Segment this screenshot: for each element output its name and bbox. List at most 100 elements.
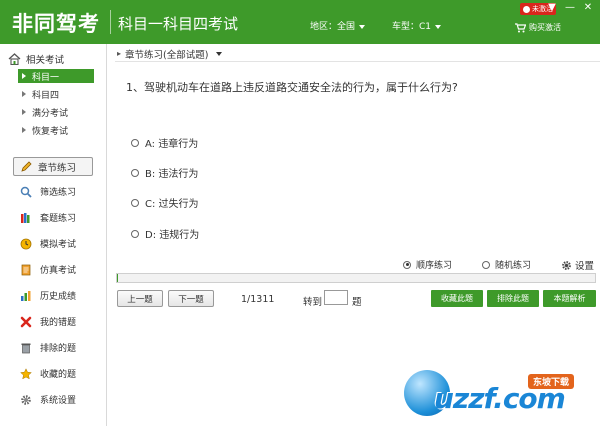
- site-watermark: uzzf.com 东坡下载: [400, 368, 600, 426]
- trash-icon: [21, 343, 31, 353]
- buy-label: 购买激活: [529, 23, 561, 32]
- tree-item-label: 科目四: [32, 90, 60, 101]
- related-exams-label: 相关考试: [26, 55, 65, 66]
- chevron-down-icon: [216, 51, 223, 56]
- option-label: B: 违法行为: [145, 169, 199, 180]
- header-divider: [110, 10, 111, 34]
- nav-label: 筛选练习: [40, 188, 77, 198]
- tree-item-label: 满分考试: [32, 108, 69, 119]
- red-x-icon: [20, 316, 32, 327]
- window-menu-button[interactable]: ▼: [546, 2, 558, 13]
- nav-label: 排除的题: [40, 344, 77, 354]
- star-icon: [20, 367, 32, 379]
- radio-icon: [131, 168, 139, 177]
- nav-label: 仿真考试: [40, 266, 77, 276]
- magnifier-icon: [20, 186, 32, 198]
- nav-label: 历史成绩: [40, 292, 77, 302]
- settings-button[interactable]: 设置: [561, 258, 594, 272]
- nav-favorite-questions[interactable]: 收藏的题: [20, 367, 76, 380]
- chevron-down-icon: [435, 24, 442, 29]
- nav-history-scores[interactable]: 历史成绩: [20, 289, 76, 302]
- close-button[interactable]: ✕: [582, 2, 594, 13]
- radio-icon: [131, 138, 139, 147]
- tree-item-subject-four[interactable]: 科目四: [18, 87, 94, 101]
- nav-label: 系统设置: [40, 396, 77, 406]
- region-label: 地区：全国: [310, 22, 356, 32]
- mode-sequential[interactable]: 顺序练习: [403, 258, 452, 271]
- goto-input[interactable]: [324, 290, 348, 305]
- prev-question-button[interactable]: 上一题: [117, 290, 163, 307]
- clock-icon: [20, 238, 32, 249]
- radio-icon: [131, 229, 139, 238]
- question-counter: 1/1311: [241, 294, 275, 305]
- tree-item-full-score[interactable]: 满分考试: [18, 105, 94, 119]
- radio-checked-icon: [403, 260, 411, 269]
- option-a[interactable]: A: 违章行为: [131, 135, 198, 150]
- question-text: 1、驾驶机动车在道路上违反道路交通安全法的行为，属于什么行为?: [126, 81, 458, 94]
- radio-icon: [482, 260, 490, 269]
- gear-icon: [21, 394, 31, 405]
- notepad-icon: [21, 264, 31, 275]
- tree-item-label: 科目一: [32, 72, 60, 83]
- nav-label: 我的错题: [40, 318, 77, 328]
- mode-random[interactable]: 随机练习: [482, 258, 531, 271]
- nav-label: 收藏的题: [40, 370, 77, 380]
- books-icon: [21, 212, 30, 223]
- chapter-practice-button[interactable]: 章节练习: [13, 157, 93, 176]
- nav-system-settings[interactable]: 系统设置: [20, 393, 76, 406]
- caret-right-icon: [22, 73, 26, 79]
- page-subtitle: 科目一科目四考试: [118, 15, 239, 33]
- tree-item-subject-one[interactable]: 科目一: [18, 69, 94, 83]
- chapter-practice-label: 章节练习: [38, 162, 77, 174]
- option-c[interactable]: C: 过失行为: [131, 195, 199, 210]
- sidebar: 相关考试 科目一 科目四 满分考试 恢复考试 章节练习 筛选练习 套题练习 模拟…: [0, 44, 107, 426]
- cart-icon: [515, 22, 526, 32]
- breadcrumb[interactable]: ▸ 章节练习(全部试题): [115, 46, 600, 62]
- nav-simulation-exam[interactable]: 仿真考试: [20, 263, 76, 276]
- chevron-down-icon: [359, 24, 366, 29]
- goto-unit: 题: [352, 297, 362, 308]
- explain-question-button[interactable]: 本题解析: [543, 290, 596, 307]
- mode-label: 顺序练习: [416, 261, 453, 271]
- mode-label: 随机练习: [495, 261, 532, 271]
- chevron-right-icon: ▸: [117, 49, 122, 58]
- nav-filter-practice[interactable]: 筛选练习: [20, 185, 76, 198]
- title-bar: 非同驾考 科目一科目四考试 地区：全国 车型：C1 未激活 ▼ — ✕ 购买激活: [0, 0, 600, 44]
- pencil-icon: [21, 161, 32, 172]
- nav-label: 套题练习: [40, 214, 77, 224]
- nav-wrong-questions[interactable]: 我的错题: [20, 315, 76, 328]
- goto-label: 转到: [303, 297, 323, 308]
- favorite-question-button[interactable]: 收藏此题: [431, 290, 483, 307]
- option-label: C: 过失行为: [145, 199, 199, 210]
- car-type-label: 车型：C1: [392, 22, 432, 32]
- app-title: 非同驾考: [12, 12, 100, 36]
- tree-item-label: 恢复考试: [32, 126, 69, 137]
- gear-icon: [562, 260, 571, 270]
- buy-activate-button[interactable]: 购买激活: [515, 22, 561, 33]
- breadcrumb-label: 章节练习(全部试题): [125, 49, 209, 61]
- tree-item-recovery[interactable]: 恢复考试: [18, 123, 94, 137]
- radio-icon: [131, 198, 139, 207]
- settings-label: 设置: [575, 261, 595, 272]
- nav-mock-exam[interactable]: 模拟考试: [20, 237, 76, 250]
- option-b[interactable]: B: 违法行为: [131, 165, 198, 180]
- watermark-tag: 东坡下载: [528, 374, 575, 389]
- progress-bar: [116, 273, 596, 283]
- nav-label: 模拟考试: [40, 240, 77, 250]
- minimize-button[interactable]: —: [564, 2, 576, 13]
- exclude-question-button[interactable]: 排除此题: [487, 290, 539, 307]
- badge-dot-icon: [523, 5, 530, 13]
- nav-excluded-questions[interactable]: 排除的题: [20, 341, 76, 354]
- bar-chart-icon: [21, 290, 31, 301]
- caret-right-icon: [22, 91, 26, 97]
- next-question-button[interactable]: 下一题: [168, 290, 214, 307]
- nav-set-practice[interactable]: 套题练习: [20, 211, 76, 224]
- related-exams-header: 相关考试: [8, 52, 64, 66]
- region-dropdown[interactable]: 地区：全国: [310, 19, 366, 32]
- option-d[interactable]: D: 违规行为: [131, 226, 199, 241]
- home-icon: [8, 53, 21, 65]
- option-label: A: 违章行为: [145, 139, 199, 150]
- car-type-dropdown[interactable]: 车型：C1: [392, 19, 442, 32]
- caret-right-icon: [22, 109, 26, 115]
- option-label: D: 违规行为: [145, 230, 200, 241]
